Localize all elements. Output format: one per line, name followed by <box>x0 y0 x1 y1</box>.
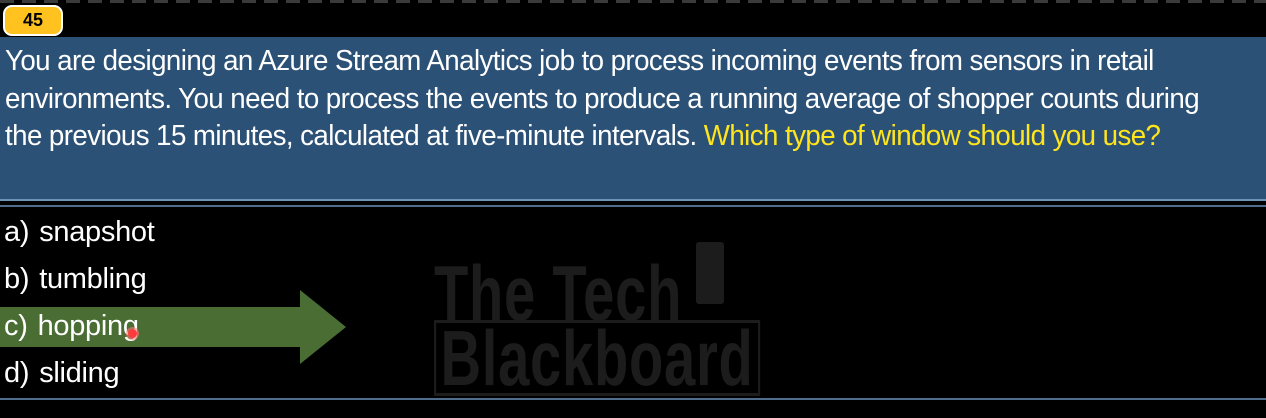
options-bottom-divider <box>0 398 1266 400</box>
option-label: tumbling <box>39 262 147 295</box>
watermark-line-2: Blackboard <box>434 319 761 397</box>
question-text: You are designing an Azure Stream Analyt… <box>5 43 1206 156</box>
plug-icon <box>696 242 724 304</box>
mouse-cursor-icon <box>128 329 137 338</box>
question-highlight-text: Which type of window should you use? <box>703 120 1161 152</box>
option-d[interactable]: d) sliding <box>4 353 120 393</box>
option-b[interactable]: b) tumbling <box>4 259 147 299</box>
question-panel: You are designing an Azure Stream Analyt… <box>0 37 1266 201</box>
options-top-divider <box>0 205 1266 207</box>
top-dashed-border <box>0 0 1266 3</box>
question-number-badge: 45 <box>3 5 63 36</box>
option-label: hopping <box>37 309 139 342</box>
option-letter: c) <box>4 309 28 342</box>
watermark-logo: The Tech Blackboard <box>434 242 774 408</box>
option-letter: b) <box>4 262 30 295</box>
option-label: snapshot <box>39 215 155 248</box>
option-letter: d) <box>4 356 30 389</box>
option-c[interactable]: c) hopping <box>4 306 139 346</box>
option-letter: a) <box>4 215 30 248</box>
watermark-line-1: The Tech <box>434 249 683 337</box>
option-label: sliding <box>39 356 120 389</box>
option-a[interactable]: a) snapshot <box>4 212 155 252</box>
